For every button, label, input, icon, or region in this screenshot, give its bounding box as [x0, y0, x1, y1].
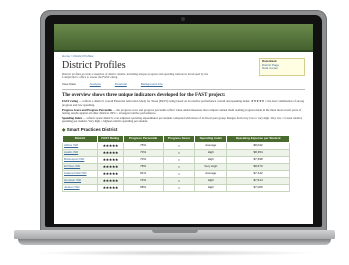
progress-score-icon: ○: [162, 162, 196, 171]
col-fast-rating[interactable]: FAST Rating: [96, 134, 124, 143]
district-link[interactable]: Aldine ISD: [62, 141, 98, 150]
operating-expense: $7,614: [226, 176, 290, 185]
spending-index: High: [194, 148, 228, 157]
district-link[interactable]: Austin ISD: [62, 148, 98, 157]
star-rating: ★★★★★: [96, 162, 124, 171]
data-bank-box: Data Bank District Page Data Center: [259, 58, 305, 76]
laptop-lid: Home > District Profiles District Profil…: [40, 10, 327, 232]
webcam-icon: [181, 17, 185, 21]
table-header-row: District FAST Rating Progress Percentile…: [62, 134, 290, 143]
star-rating: ★★★★★: [96, 183, 124, 192]
progress-percentile: 73%: [122, 155, 164, 164]
district-link[interactable]: Houston ISD: [62, 176, 98, 185]
trackpad-notch: [152, 230, 198, 233]
progress-score-icon: ○: [162, 183, 196, 192]
star-rating: ★★★★★: [96, 155, 124, 164]
col-progress-percentile[interactable]: Progress Percentile: [122, 134, 164, 143]
progress-percentile: 73%: [122, 148, 164, 157]
table-row: El Paso ISD ★★★★★ 78% ○ Very High $8,673: [62, 162, 290, 171]
spending-index: Very High: [194, 162, 228, 171]
section-links: View Data Analysis Financial Background …: [62, 82, 305, 87]
district-link[interactable]: Brazosport ISD: [62, 155, 98, 164]
progress-percentile: 78%: [122, 162, 164, 171]
star-rating: ★★★★★: [96, 176, 124, 185]
diamond-icon: ◆: [62, 126, 66, 132]
laptop-shadow: [30, 250, 319, 256]
districts-table: District FAST Rating Progress Percentile…: [62, 134, 290, 192]
table-row: Galena Park ISD ★★★★★ 81% ○ Average $7,4…: [62, 169, 290, 178]
progress-percentile: 81%: [122, 169, 164, 178]
operating-expense: $8,673: [226, 162, 290, 171]
intro-text: District profiles provide a snapshot of …: [62, 71, 209, 80]
operating-expense: $8,042: [226, 141, 290, 150]
star-rating: ★★★★★: [96, 141, 124, 150]
paragraph-spending: Spending Index — reflects spent district…: [62, 115, 303, 124]
progress-score-icon: ○: [162, 141, 196, 150]
progress-percentile: 75%: [122, 141, 164, 150]
spending-index: High: [194, 155, 228, 164]
spending-index: Average: [194, 141, 228, 150]
screen-bezel: Home > District Profiles District Profil…: [45, 15, 322, 227]
operating-expense: $7,442: [226, 169, 290, 178]
divider: [62, 89, 305, 91]
operating-expense: $7,698: [226, 155, 290, 164]
table-row: Brazosport ISD ★★★★★ 73% ○ High $7,698: [62, 155, 290, 164]
col-operating-expense[interactable]: Operating Expense per Student: [226, 134, 290, 143]
progress-percentile: 68%: [122, 183, 164, 192]
district-link[interactable]: El Paso ISD: [62, 162, 98, 171]
table-row: Austin ISD ★★★★★ 73% ○ High $8,354: [62, 148, 290, 157]
link-background[interactable]: Background Info: [141, 82, 163, 87]
paragraph-fast-rating: FAST rating — reflects a district's over…: [62, 99, 305, 107]
star-rating: ★★★★★: [96, 169, 124, 178]
progress-score-icon: ○: [162, 148, 196, 157]
table-row: Judson ISD ★★★★★ 68% ○ High $7,069: [62, 183, 290, 192]
data-bank-link[interactable]: Data Center: [262, 67, 302, 71]
col-spending-index[interactable]: Spending Index: [194, 134, 228, 143]
laptop-screen: Home > District Profiles District Profil…: [54, 24, 313, 224]
link-view-data[interactable]: View Data: [62, 82, 76, 87]
paragraph-progress: Progress Score and Progress Percentile —…: [62, 107, 302, 116]
site-header: [54, 24, 313, 52]
link-analysis[interactable]: Analysis: [90, 82, 101, 87]
district-link[interactable]: Galena Park ISD: [62, 169, 98, 178]
table-row: Aldine ISD ★★★★★ 75% ○ Average $8,042: [62, 141, 290, 150]
progress-percentile: 74%: [122, 176, 164, 185]
district-link[interactable]: Judson ISD: [62, 183, 98, 192]
progress-score-icon: ○: [162, 176, 196, 185]
col-progress-score[interactable]: Progress Score: [162, 134, 196, 143]
spending-index: High: [194, 176, 228, 185]
table-heading: ◆ Smart Practices District: [62, 126, 118, 132]
progress-score-icon: ○: [162, 169, 196, 178]
operating-expense: $8,354: [226, 148, 290, 157]
spending-index: Average: [194, 169, 228, 178]
link-financial[interactable]: Financial: [115, 82, 127, 87]
spending-index: High: [194, 183, 228, 192]
table-row: Houston ISD ★★★★★ 74% ○ High $7,614: [62, 176, 290, 185]
operating-expense: $7,069: [226, 183, 290, 192]
progress-score-icon: ○: [162, 155, 196, 164]
col-district[interactable]: District: [62, 134, 98, 143]
laptop-base: [14, 230, 335, 250]
star-rating: ★★★★★: [96, 148, 124, 157]
